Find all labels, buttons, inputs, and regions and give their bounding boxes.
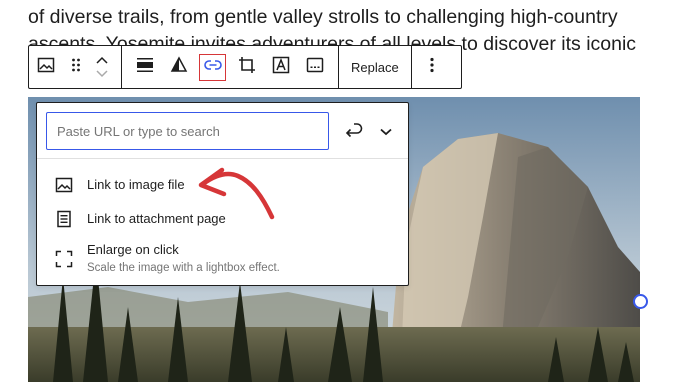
image-icon	[54, 175, 74, 195]
chevron-down-icon	[380, 123, 392, 141]
chevron-down-icon	[96, 65, 108, 83]
submit-link-button[interactable]	[339, 119, 369, 145]
image-icon	[37, 56, 55, 79]
link-to-attachment-page-label: Link to attachment page	[87, 211, 226, 226]
enlarge-on-click-label: Enlarge on click	[87, 242, 179, 257]
align-button[interactable]	[128, 46, 162, 88]
text-overlay-button[interactable]	[264, 46, 298, 88]
drag-handle-button[interactable]	[63, 46, 89, 88]
link-to-attachment-page-option[interactable]: Link to attachment page	[37, 207, 408, 231]
link-popover: Link to image file Link to attachment pa…	[36, 102, 409, 286]
block-switcher-group	[29, 46, 122, 88]
enlarge-on-click-description: Scale the image with a lightbox effect.	[87, 262, 280, 274]
options-group	[412, 46, 452, 88]
image-resize-handle[interactable]	[633, 294, 648, 309]
caption-icon	[306, 56, 324, 79]
caption-button[interactable]	[298, 46, 332, 88]
align-icon	[136, 56, 154, 79]
link-to-image-file-option[interactable]: Link to image file	[37, 173, 408, 197]
more-options-icon	[430, 57, 434, 78]
fullscreen-icon	[54, 249, 74, 269]
link-icon	[204, 58, 222, 76]
text-overlay-icon	[272, 56, 290, 79]
block-mover	[89, 46, 115, 88]
duotone-button[interactable]	[162, 46, 196, 88]
replace-button[interactable]: Replace	[339, 46, 411, 88]
image-block-type-button[interactable]	[29, 46, 63, 88]
block-controls-group	[122, 46, 339, 88]
move-down-button[interactable]	[96, 67, 108, 81]
paragraph-line-1: of diverse trails, from gentle valley st…	[28, 6, 618, 28]
link-settings-toggle[interactable]	[375, 119, 397, 145]
block-toolbar: Replace	[28, 45, 462, 89]
crop-button[interactable]	[230, 46, 264, 88]
link-to-image-file-label: Link to image file	[87, 177, 185, 192]
replace-group: Replace	[339, 46, 412, 88]
enter-icon	[344, 121, 364, 144]
crop-icon	[238, 56, 256, 79]
enlarge-on-click-option[interactable]: Enlarge on click Scale the image with a …	[37, 239, 408, 279]
link-button[interactable]	[196, 46, 230, 88]
url-search-input[interactable]	[46, 112, 329, 150]
duotone-icon	[170, 55, 188, 79]
more-options-button[interactable]	[412, 46, 452, 88]
drag-handle-icon	[71, 57, 81, 78]
popover-divider	[37, 158, 408, 159]
page-icon	[54, 209, 74, 229]
